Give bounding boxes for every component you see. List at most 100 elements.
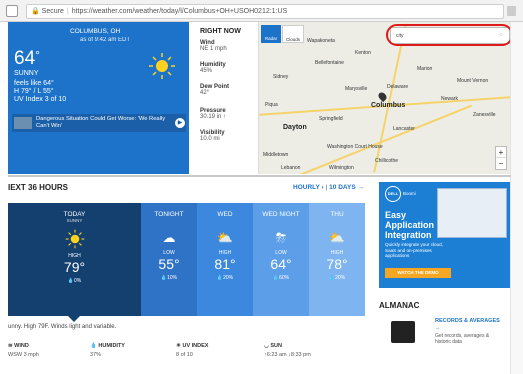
period-temp: 79° xyxy=(63,259,86,275)
forecast-links: HOURLY › | 10 DAYS → xyxy=(293,184,364,191)
sun-icon xyxy=(148,52,176,80)
map-city-label: Sidney xyxy=(273,74,289,80)
zoom-out-button[interactable]: − xyxy=(496,158,506,169)
url-field[interactable]: 🔒 Secure | https://weather.com/weather/tod… xyxy=(26,4,504,19)
visibility-value: 10.0 mi xyxy=(200,136,220,142)
period-name: WED xyxy=(217,211,233,218)
selected-indicator xyxy=(68,316,80,322)
hourly-link[interactable]: HOURLY xyxy=(293,184,320,191)
as-of-time: as of 9:42 am EDT xyxy=(80,37,131,43)
period-name: THU xyxy=(330,211,344,218)
red-highlight-annotation xyxy=(386,24,513,46)
period-precip: 💧10% xyxy=(141,275,197,281)
extension-icon[interactable] xyxy=(507,6,516,16)
period-precip-value: 0% xyxy=(74,278,82,284)
period-temp: 81° xyxy=(214,256,236,272)
location-label: COLUMBUS, OH xyxy=(70,28,121,35)
map-city-columbus: Columbus xyxy=(371,102,406,109)
almanac-description: Get records, averages & historic data xyxy=(435,333,490,345)
humidity-item: Humidity 45% xyxy=(200,62,226,74)
map-city-label: Mount Vernon xyxy=(457,78,489,84)
map-city-label: Lancaster xyxy=(393,126,415,132)
condition-label: SUNNY xyxy=(14,70,39,77)
forecast-period-tonight[interactable]: TONIGHT ☁ LOW 55° 💧10% xyxy=(141,203,197,316)
clouds-toggle[interactable]: Clouds xyxy=(282,25,304,43)
map-city-label: Middletown xyxy=(263,152,289,158)
humidity-value: 45% xyxy=(200,68,213,74)
radar-toggle[interactable]: Radar xyxy=(261,25,281,43)
hi-lo: H 79° / L 55° xyxy=(14,88,54,95)
right-now-title: RIGHT NOW xyxy=(200,28,241,35)
location-pin-icon xyxy=(376,90,389,103)
pressure-item: Pressure 30.19 in ↑ xyxy=(200,108,226,120)
partly-cloudy-icon: ⛅ xyxy=(216,230,234,245)
forecast-period-today[interactable]: TODAY SUNNY HIGH 79° 💧0% xyxy=(8,203,141,322)
records-averages-link[interactable]: RECORDS & AVERAGES → xyxy=(435,318,505,331)
zoom-in-button[interactable]: + xyxy=(496,147,506,158)
period-temp: 78° xyxy=(326,256,348,272)
forecast-details: ≋ WIND WSW 3 mph 💧 HUMIDITY 37% ☀ UV INDEX… xyxy=(8,343,372,373)
next-36-hours-title: IEXT 36 HOURS xyxy=(8,183,69,192)
partly-cloudy-icon: ⛅ xyxy=(328,230,346,245)
detail-label: SUN xyxy=(270,343,282,349)
map-city-label: Bellefontaine xyxy=(315,60,344,66)
map-city-label: Wapakoneta xyxy=(307,38,335,44)
detail-uv: ☀ UV INDEX 8 of 10 xyxy=(176,343,208,358)
nav-icon[interactable] xyxy=(6,5,18,17)
current-conditions-panel: COLUMBUS, OH as of 9:42 am EDT 64° SUNNY… xyxy=(8,22,189,174)
period-precip: 💧60% xyxy=(253,275,309,281)
forecast-period-thu[interactable]: THU ⛅ HIGH 78° 💧20% xyxy=(309,203,365,316)
map-city-label: Newark xyxy=(441,96,458,102)
detail-value: 37% xyxy=(90,352,102,358)
right-now-panel: RIGHT NOW Wind NE 1 mph Humidity 45% Dew P… xyxy=(194,22,256,174)
calendar-icon xyxy=(391,321,415,343)
watch-demo-button[interactable]: WATCH THE DEMO xyxy=(385,268,451,278)
dell-boomi-ad[interactable]: DELL Boomi Easy Application Integration … xyxy=(379,182,510,288)
news-story-link[interactable]: Dangerous Situation Could Get Worse: 'We… xyxy=(12,114,186,132)
period-precip-value: 10% xyxy=(167,275,178,281)
pressure-value: 30.19 in ↑ xyxy=(200,114,227,120)
period-temp: 55° xyxy=(158,256,180,272)
detail-label: UV INDEX xyxy=(182,343,209,349)
period-precip: 💧0% xyxy=(8,278,141,284)
period-temp: 64° xyxy=(270,256,292,272)
ad-headline: Easy Application Integration xyxy=(385,210,434,240)
detail-label: WIND xyxy=(14,343,29,349)
dewpoint-value: 42° xyxy=(200,90,210,96)
detail-value: 8 of 10 xyxy=(176,352,193,358)
map-city-label: Chillicothe xyxy=(375,158,399,164)
detail-humidity: 💧 HUMIDITY 37% xyxy=(90,343,125,358)
period-name: TONIGHT xyxy=(154,211,184,218)
map-city-label: Lebanon xyxy=(281,165,301,171)
play-icon[interactable]: ▶ xyxy=(175,118,185,128)
story-thumbnail xyxy=(14,117,32,129)
ad-body: Quickly integrate your cloud, SaaS and o… xyxy=(385,242,443,258)
dell-logo: DELL xyxy=(385,186,401,202)
map-city-label: Washington Court House xyxy=(327,144,383,150)
map-city-label: Marion xyxy=(417,66,433,72)
forecast-period-wed[interactable]: WED ⛅ HIGH 81° 💧20% xyxy=(197,203,253,316)
detail-wind: ≋ WIND WSW 3 mph xyxy=(8,343,39,358)
feels-like: feels like 64° xyxy=(14,80,54,87)
degree-symbol: ° xyxy=(35,48,40,62)
records-averages-text: RECORDS & AVERAGES xyxy=(435,318,500,324)
period-precip: 💧20% xyxy=(309,275,365,281)
period-name: WED NIGHT xyxy=(262,211,300,218)
secure-label: Secure xyxy=(41,8,64,15)
dewpoint-item: Dew Point 42° xyxy=(200,84,229,96)
boomi-label: Boomi xyxy=(403,191,416,196)
thunderstorm-icon: ⛈ xyxy=(275,230,287,245)
current-temp-wrap: 64° xyxy=(14,48,40,70)
zoom-controls: + − xyxy=(495,146,507,170)
ad-screenshot-image xyxy=(437,188,507,238)
map-city-label: Kenton xyxy=(355,50,371,56)
moon-cloud-icon: ☁ xyxy=(162,230,176,245)
period-condition: SUNNY xyxy=(66,218,83,223)
map-city-label: Wilmington xyxy=(329,165,354,171)
ten-days-link[interactable]: 10 DAYS xyxy=(329,184,356,191)
wind-value: NE 1 mph xyxy=(200,46,227,52)
forecast-narrative: unny. High 79F. Winds light and variable… xyxy=(8,324,117,330)
forecast-period-wed-night[interactable]: WED NIGHT ⛈ LOW 64° 💧60% xyxy=(253,203,309,316)
page-scrollbar[interactable] xyxy=(510,22,523,374)
url-text: https://weather.com/weather/today/l/Colu… xyxy=(71,8,288,15)
